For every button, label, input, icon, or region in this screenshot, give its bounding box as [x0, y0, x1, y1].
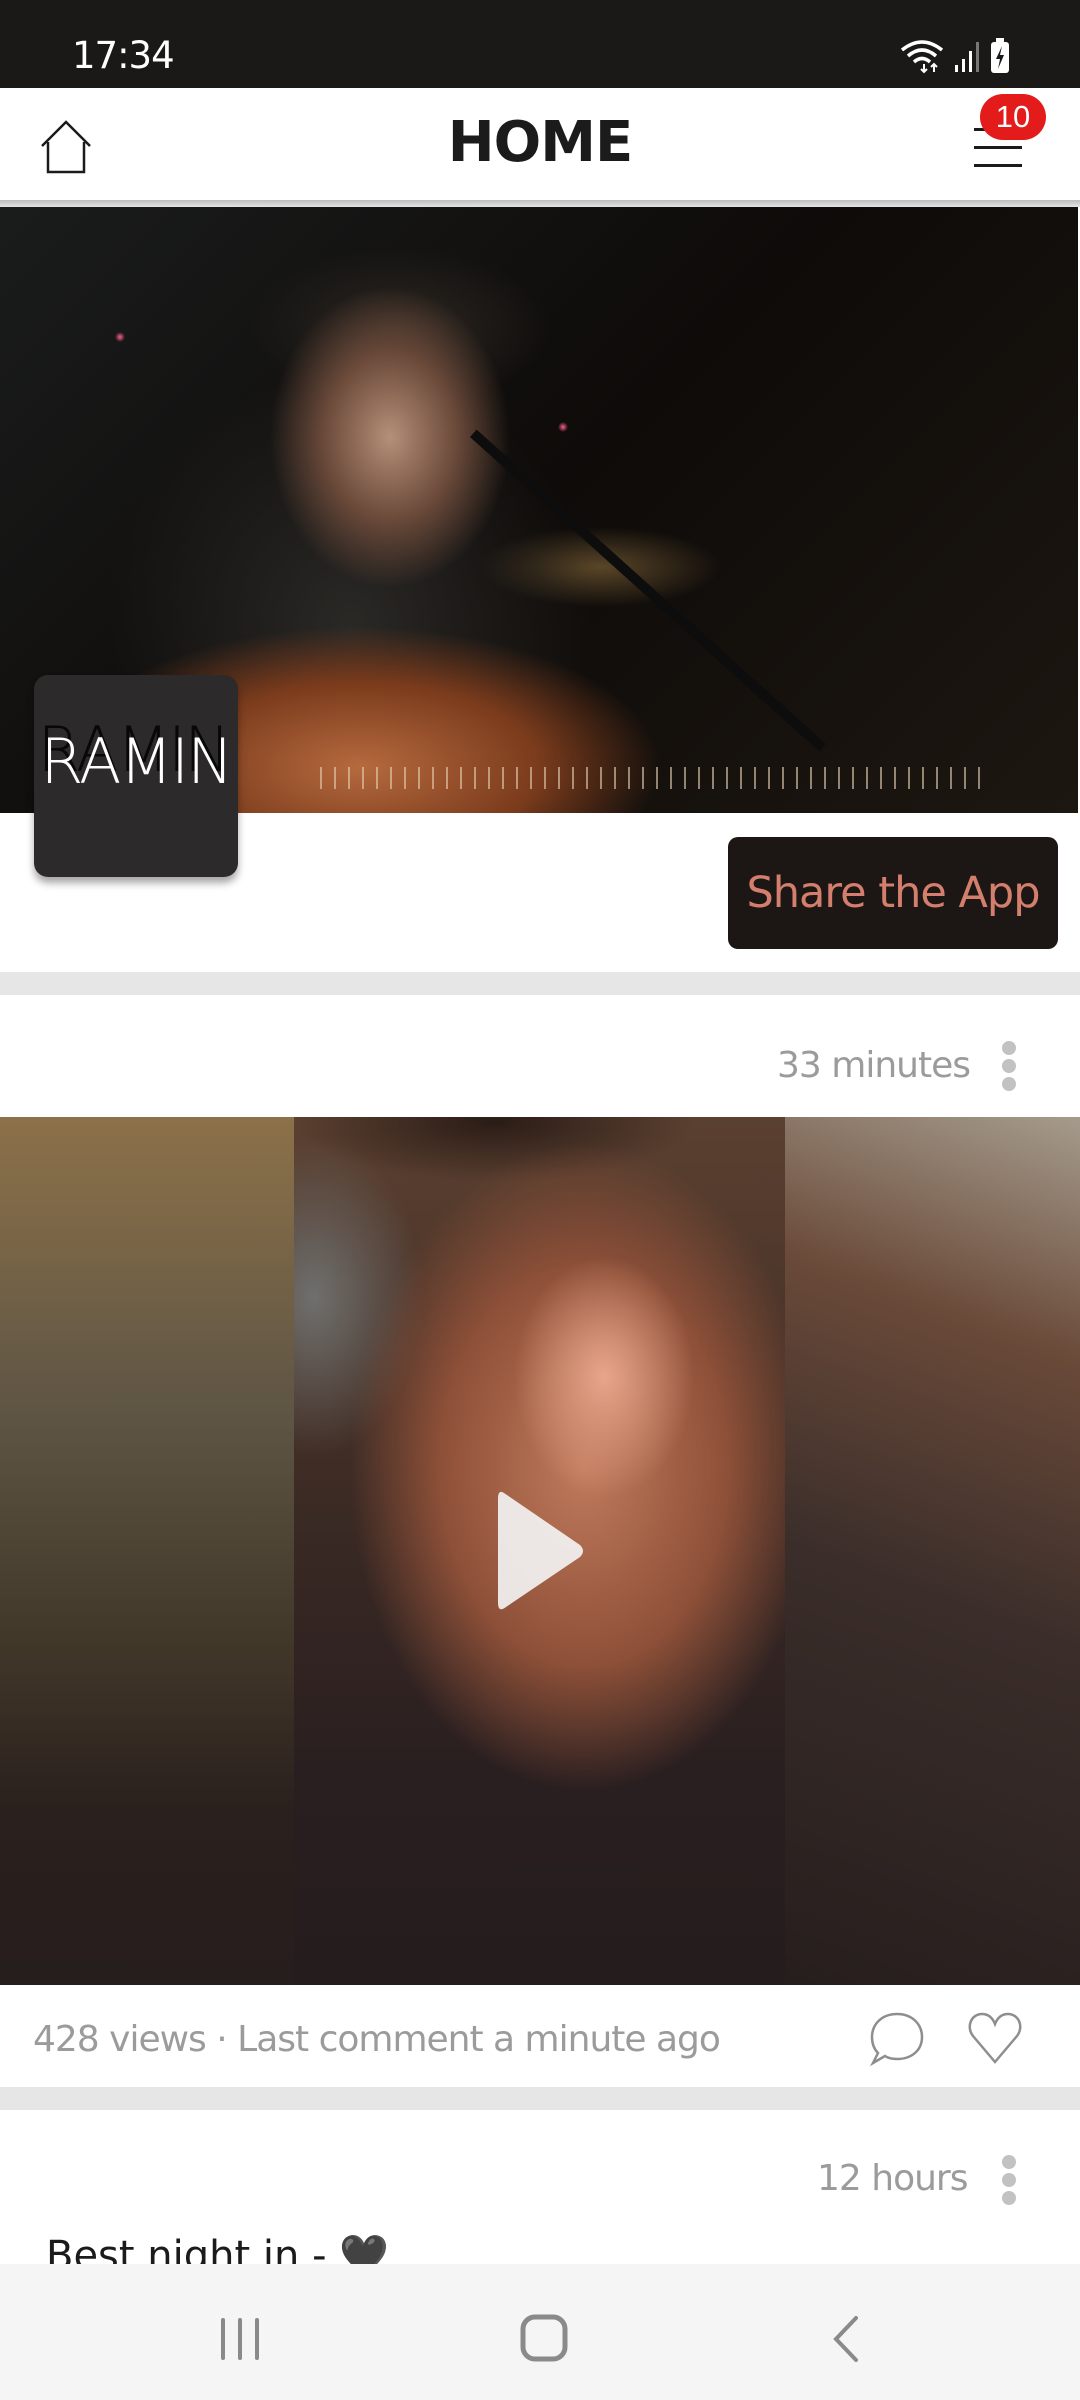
more-options-icon[interactable]: [993, 1038, 1023, 1094]
status-icons: [898, 38, 1010, 74]
signal-icon: [955, 42, 979, 72]
share-app-button[interactable]: Share the App: [728, 837, 1058, 949]
dot: [1002, 1041, 1016, 1055]
mic-stand-shape: [470, 429, 826, 752]
dot: [1002, 2173, 1016, 2187]
recent-apps-button[interactable]: [218, 2316, 262, 2362]
artist-logo: RAMIN: [34, 675, 238, 877]
post-stats: 428 views · Last comment a minute ago: [33, 2019, 721, 2060]
system-nav-bar: [0, 2264, 1080, 2400]
more-options-icon[interactable]: [993, 2152, 1023, 2208]
artist-logo-text: RAMIN: [40, 724, 233, 798]
dot: [1002, 1077, 1016, 1091]
page-title: HOME: [447, 110, 633, 175]
nav-home-button[interactable]: [520, 2314, 568, 2362]
notification-badge: 10: [980, 94, 1046, 140]
section-divider: [0, 2087, 1080, 2110]
dot: [1002, 2155, 1016, 2169]
guitar-strings-shape: [320, 767, 980, 789]
hamburger-line: [974, 146, 1022, 149]
video-blur-background: [785, 1117, 1080, 1985]
header-divider: [0, 200, 1080, 207]
like-heart-icon[interactable]: [966, 2010, 1024, 2068]
post-timestamp: 12 hours: [817, 2158, 968, 2199]
comment-icon[interactable]: [868, 2010, 926, 2068]
section-divider: [0, 972, 1080, 995]
dot: [1002, 1059, 1016, 1073]
post-timestamp: 33 minutes: [777, 1045, 971, 1086]
status-time: 17:34: [72, 34, 175, 77]
nav-back-button[interactable]: [828, 2314, 864, 2364]
wifi-icon: [900, 40, 944, 74]
dot: [1002, 2191, 1016, 2205]
battery-charging-icon: [991, 38, 1009, 73]
hamburger-line: [974, 164, 1022, 167]
play-icon[interactable]: [494, 1485, 588, 1617]
